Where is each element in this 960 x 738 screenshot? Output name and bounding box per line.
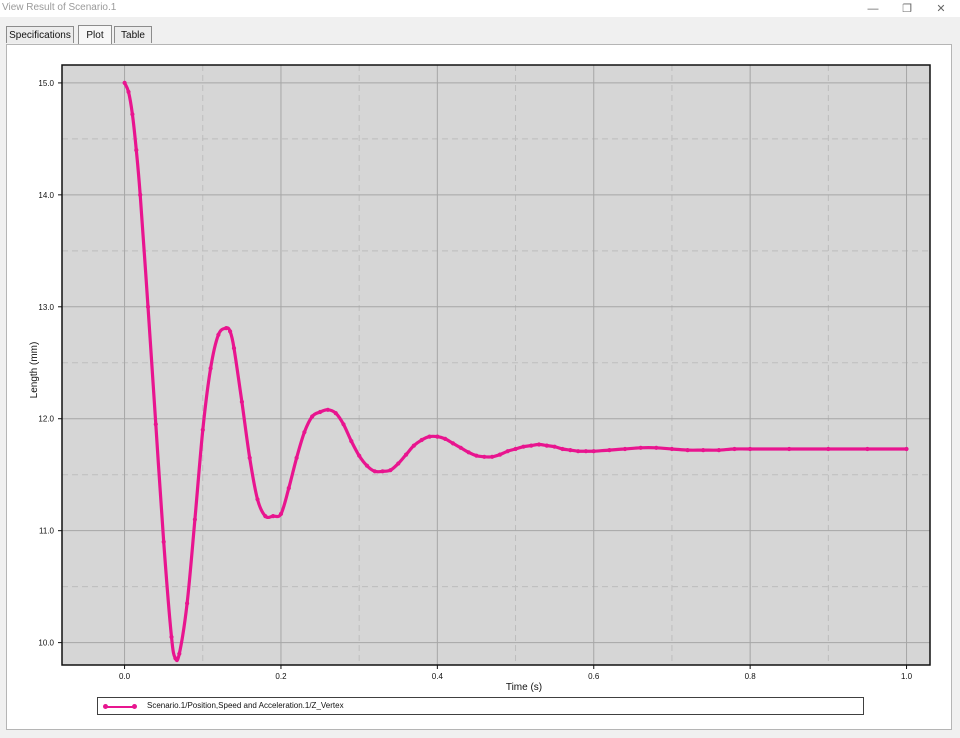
data-point — [122, 80, 127, 85]
data-point — [458, 445, 463, 450]
legend-label: Scenario.1/Position,Speed and Accelerati… — [147, 701, 344, 710]
data-point — [192, 517, 197, 522]
data-point — [208, 366, 213, 371]
y-tick-label: 15.0 — [38, 79, 54, 88]
plot-area — [62, 65, 930, 665]
data-point — [173, 656, 178, 661]
data-point — [364, 463, 370, 468]
data-point — [513, 446, 518, 452]
legend: Scenario.1/Position,Speed and Accelerati… — [97, 697, 864, 715]
data-point — [685, 448, 690, 453]
data-point — [134, 148, 139, 153]
y-tick-label: 14.0 — [38, 191, 54, 200]
data-point — [310, 414, 315, 419]
data-point — [325, 407, 330, 412]
data-point — [732, 446, 737, 452]
data-point — [224, 326, 229, 331]
data-point — [231, 346, 237, 351]
data-point — [544, 443, 549, 448]
data-point — [286, 486, 291, 491]
y-tick-label: 10.0 — [38, 639, 54, 648]
data-point — [216, 332, 221, 337]
data-point — [466, 450, 471, 455]
data-point — [302, 430, 307, 435]
data-point — [607, 448, 612, 453]
data-point — [521, 444, 526, 449]
data-point — [263, 514, 268, 519]
data-point — [443, 436, 448, 441]
data-point — [126, 89, 131, 94]
data-point — [380, 469, 385, 474]
x-axis-label: Time (s) — [506, 682, 542, 693]
data-point — [294, 455, 299, 460]
y-tick-label: 12.0 — [38, 415, 54, 424]
data-point — [529, 443, 534, 448]
data-point — [576, 449, 581, 454]
data-point — [169, 634, 174, 640]
data-point — [228, 329, 233, 334]
data-point — [388, 468, 393, 473]
data-point — [505, 449, 510, 454]
x-tick-label: 0.0 — [119, 672, 131, 681]
data-point — [153, 422, 158, 427]
data-point — [427, 434, 432, 439]
data-point — [138, 192, 143, 197]
data-point — [239, 399, 244, 404]
data-point — [333, 411, 338, 416]
data-point — [622, 446, 628, 452]
data-point — [638, 445, 643, 450]
data-point — [583, 449, 589, 454]
data-point — [482, 454, 487, 459]
data-point — [536, 442, 542, 447]
data-point — [271, 514, 276, 519]
data-point — [200, 427, 205, 432]
x-tick-label: 0.6 — [588, 672, 600, 681]
data-point — [497, 452, 502, 457]
data-point — [654, 445, 659, 450]
data-point — [435, 434, 440, 439]
data-point — [591, 449, 596, 454]
data-point — [247, 455, 252, 460]
data-point — [701, 448, 706, 453]
data-point — [748, 446, 753, 452]
data-point — [904, 446, 909, 452]
y-axis-label: Length (mm) — [29, 342, 40, 399]
data-point — [177, 651, 182, 656]
data-point — [404, 452, 409, 457]
data-point — [349, 439, 354, 444]
data-point — [490, 454, 495, 459]
data-point — [161, 539, 166, 545]
data-point — [716, 448, 722, 453]
data-point — [341, 422, 346, 427]
data-point — [185, 601, 190, 606]
line-chart: 0.0 0.2 0.4 0.6 0.8 1.0 10.0 11.0 12.0 13.0 14.0 15… — [29, 64, 931, 693]
data-point — [372, 469, 377, 474]
data-point — [278, 511, 284, 516]
data-point — [474, 453, 479, 458]
data-point — [357, 453, 362, 458]
data-point — [411, 443, 416, 448]
data-point — [396, 461, 401, 466]
data-point — [255, 497, 260, 502]
x-tick-label: 0.4 — [432, 672, 444, 681]
data-point — [568, 448, 573, 453]
data-point — [865, 446, 870, 452]
data-point — [787, 446, 792, 452]
y-tick-label: 13.0 — [38, 303, 54, 312]
x-tick-label: 0.2 — [275, 672, 287, 681]
data-point — [318, 409, 323, 415]
data-point — [145, 304, 151, 309]
data-point — [560, 446, 565, 452]
x-tick-label: 1.0 — [901, 672, 913, 681]
legend-swatch — [103, 704, 137, 709]
data-point — [130, 112, 135, 117]
data-point — [419, 437, 424, 443]
data-point — [552, 444, 557, 449]
x-tick-label: 0.8 — [745, 672, 757, 681]
data-point — [669, 446, 675, 452]
data-point — [450, 441, 456, 446]
data-point — [826, 446, 831, 452]
y-tick-label: 11.0 — [39, 527, 55, 536]
